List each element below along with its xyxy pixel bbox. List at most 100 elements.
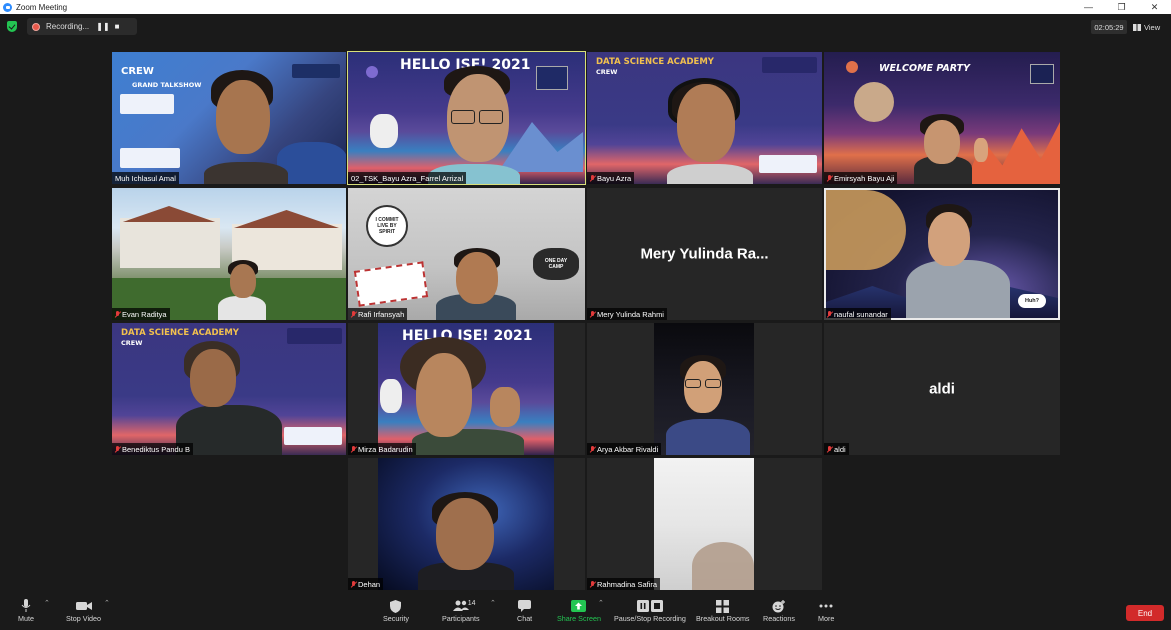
participant-name: 02_TSK_Bayu Azra_Farrel Arrizal (351, 173, 464, 183)
mute-button[interactable]: Mute (18, 598, 34, 623)
icon-logo (287, 328, 342, 344)
commit-sticker: I COMMIT LIVE BY SPIRIT (366, 205, 408, 247)
participant-name: Muh Ichlasul Amal (115, 173, 176, 183)
participant-name-tag: Rahmadina Safira (587, 578, 661, 590)
participant-name-tag: Muh Ichlasul Amal (112, 172, 179, 184)
participant-display-name: aldi (929, 380, 955, 398)
view-label: View (1144, 22, 1161, 32)
breakout-rooms-button[interactable]: Breakout Rooms (696, 598, 750, 623)
security-shield-icon[interactable] (7, 21, 17, 32)
chat-button[interactable]: Chat (517, 598, 532, 623)
video-tile[interactable]: CREW GRAND TALKSHOW Muh Ichlasul Amal (112, 52, 346, 184)
participant-name-tag: Bayu Azra (587, 172, 635, 184)
restore-button[interactable]: ❐ (1105, 0, 1138, 14)
more-button[interactable]: More (818, 598, 834, 623)
video-tile[interactable]: HELLO ISE! 2021 Mirza Badarudin (348, 323, 585, 455)
participant-name: Rafi Irfansyah (358, 309, 405, 319)
video-feed (378, 458, 554, 590)
video-tile[interactable]: I COMMIT LIVE BY SPIRIT ONE DAY CAMP Raf… (348, 188, 585, 320)
video-feed (654, 323, 754, 455)
participants-button[interactable]: 14 Participants (442, 598, 480, 623)
chat-label: Chat (517, 614, 533, 623)
video-feed: WELCOME PARTY (824, 52, 1060, 184)
mountain-decor (498, 122, 583, 172)
video-tile[interactable]: Arya Akbar Rivaldi (587, 323, 822, 455)
video-feed: I COMMIT LIVE BY SPIRIT ONE DAY CAMP (348, 188, 585, 320)
moon-decor (854, 82, 894, 122)
participant-name: Arya Akbar Rivaldi (597, 444, 659, 454)
video-tile-active-speaker[interactable]: HELLO ISE! 2021 02_TSK_Bayu Azra_Farrel … (347, 51, 586, 185)
video-camera-icon (75, 598, 92, 614)
video-options-chevron-icon[interactable]: ⌃ (104, 599, 110, 607)
participant-name-tag: Evan Raditya (112, 308, 170, 320)
participant-name: Mery Yulinda Rahmi (597, 309, 664, 319)
participants-options-chevron-icon[interactable]: ⌃ (490, 599, 496, 607)
video-tile[interactable]: WELCOME PARTY Emirsyah Bayu Aji (824, 52, 1060, 184)
video-tile[interactable]: Evan Raditya (112, 188, 346, 320)
video-feed: CREW GRAND TALKSHOW (112, 52, 346, 184)
roof-decor (234, 210, 339, 228)
recording-indicator: Recording... ❚❚ ■ (27, 18, 137, 35)
security-label: Security (383, 614, 409, 623)
end-meeting-button[interactable]: End (1126, 605, 1164, 621)
pause-recording-button[interactable]: ❚❚ (96, 22, 110, 31)
stop-recording-button[interactable]: ■ (110, 22, 124, 31)
building-decor (120, 218, 220, 268)
audio-options-chevron-icon[interactable]: ⌃ (44, 599, 50, 607)
stop-video-button[interactable]: Stop Video (66, 598, 101, 623)
participant-name-tag: Mery Yulinda Rahmi (587, 308, 667, 320)
tile-banner-sub: CREW (596, 68, 618, 76)
participant-name-tag: Emirsyah Bayu Aji (824, 172, 898, 184)
doge-decor (826, 190, 906, 270)
mic-muted-icon (590, 310, 595, 318)
video-tile[interactable]: DATA SCIENCE ACADEMY CREW Benediktus Pan… (112, 323, 346, 455)
planet-decor (366, 66, 378, 78)
share-screen-label: Share Screen (557, 614, 601, 623)
meeting-topbar: Recording... ❚❚ ■ 02:05:29 View (0, 14, 1171, 40)
shield-icon (390, 598, 402, 614)
window-titlebar: Zoom Meeting — ❐ ✕ (0, 0, 1171, 14)
chat-bubble-icon (518, 598, 532, 614)
mic-muted-icon (590, 445, 595, 453)
video-tile[interactable]: Dehan (348, 458, 585, 590)
sponsor-panel (120, 94, 174, 114)
tile-banner-sub: CREW (121, 339, 143, 347)
more-dots-icon (819, 598, 833, 614)
participant-display-name: Mery Yulinda Ra... (640, 245, 769, 263)
video-feed (112, 188, 346, 320)
video-tile[interactable]: DATA SCIENCE ACADEMY CREW Bayu Azra (587, 52, 822, 184)
participant-name: Emirsyah Bayu Aji (834, 173, 895, 183)
participant-name-tag: Dehan (348, 578, 384, 590)
video-tile-camera-off[interactable]: Mery Yulinda Ra... Mery Yulinda Rahmi (587, 188, 822, 320)
meeting-timer: 02:05:29 (1091, 20, 1127, 34)
speech-bubble: Huh? (1018, 294, 1046, 308)
tile-banner-sub: GRAND TALKSHOW (132, 81, 202, 89)
video-tile[interactable]: Rahmadina Safira (587, 458, 822, 590)
planet-decor (846, 61, 858, 73)
meeting-toolbar: Mute ⌃ Stop Video ⌃ Security 14 Particip… (0, 595, 1171, 630)
mic-muted-icon (827, 310, 832, 318)
video-tile-camera-off[interactable]: aldi aldi (824, 323, 1060, 455)
reactions-button[interactable]: Reactions (763, 598, 795, 623)
close-button[interactable]: ✕ (1138, 0, 1171, 14)
security-button[interactable]: Security (383, 598, 409, 623)
mic-muted-icon (351, 310, 356, 318)
participant-name-tag: Mirza Badarudin (348, 443, 416, 455)
view-button[interactable]: View (1133, 20, 1160, 34)
share-screen-button[interactable]: Share Screen (557, 598, 601, 623)
tile-banner: DATA SCIENCE ACADEMY (121, 328, 239, 338)
participant-name-tag: aldi (824, 443, 849, 455)
recording-dot-icon (32, 22, 40, 31)
video-feed: HELLO ISE! 2021 (378, 323, 554, 455)
share-screen-icon (571, 598, 587, 614)
recording-controls-button[interactable]: Pause/Stop Recording (614, 598, 686, 623)
video-tile[interactable]: Huh? naufal sunandar (824, 188, 1060, 320)
sponsor-panel (284, 427, 342, 445)
mic-muted-icon (590, 580, 595, 588)
ise-logo (1030, 64, 1054, 84)
more-label: More (818, 614, 835, 623)
minimize-button[interactable]: — (1072, 0, 1105, 14)
share-options-chevron-icon[interactable]: ⌃ (598, 599, 604, 607)
mic-muted-icon (115, 310, 120, 318)
participants-label: Participants (442, 614, 480, 623)
